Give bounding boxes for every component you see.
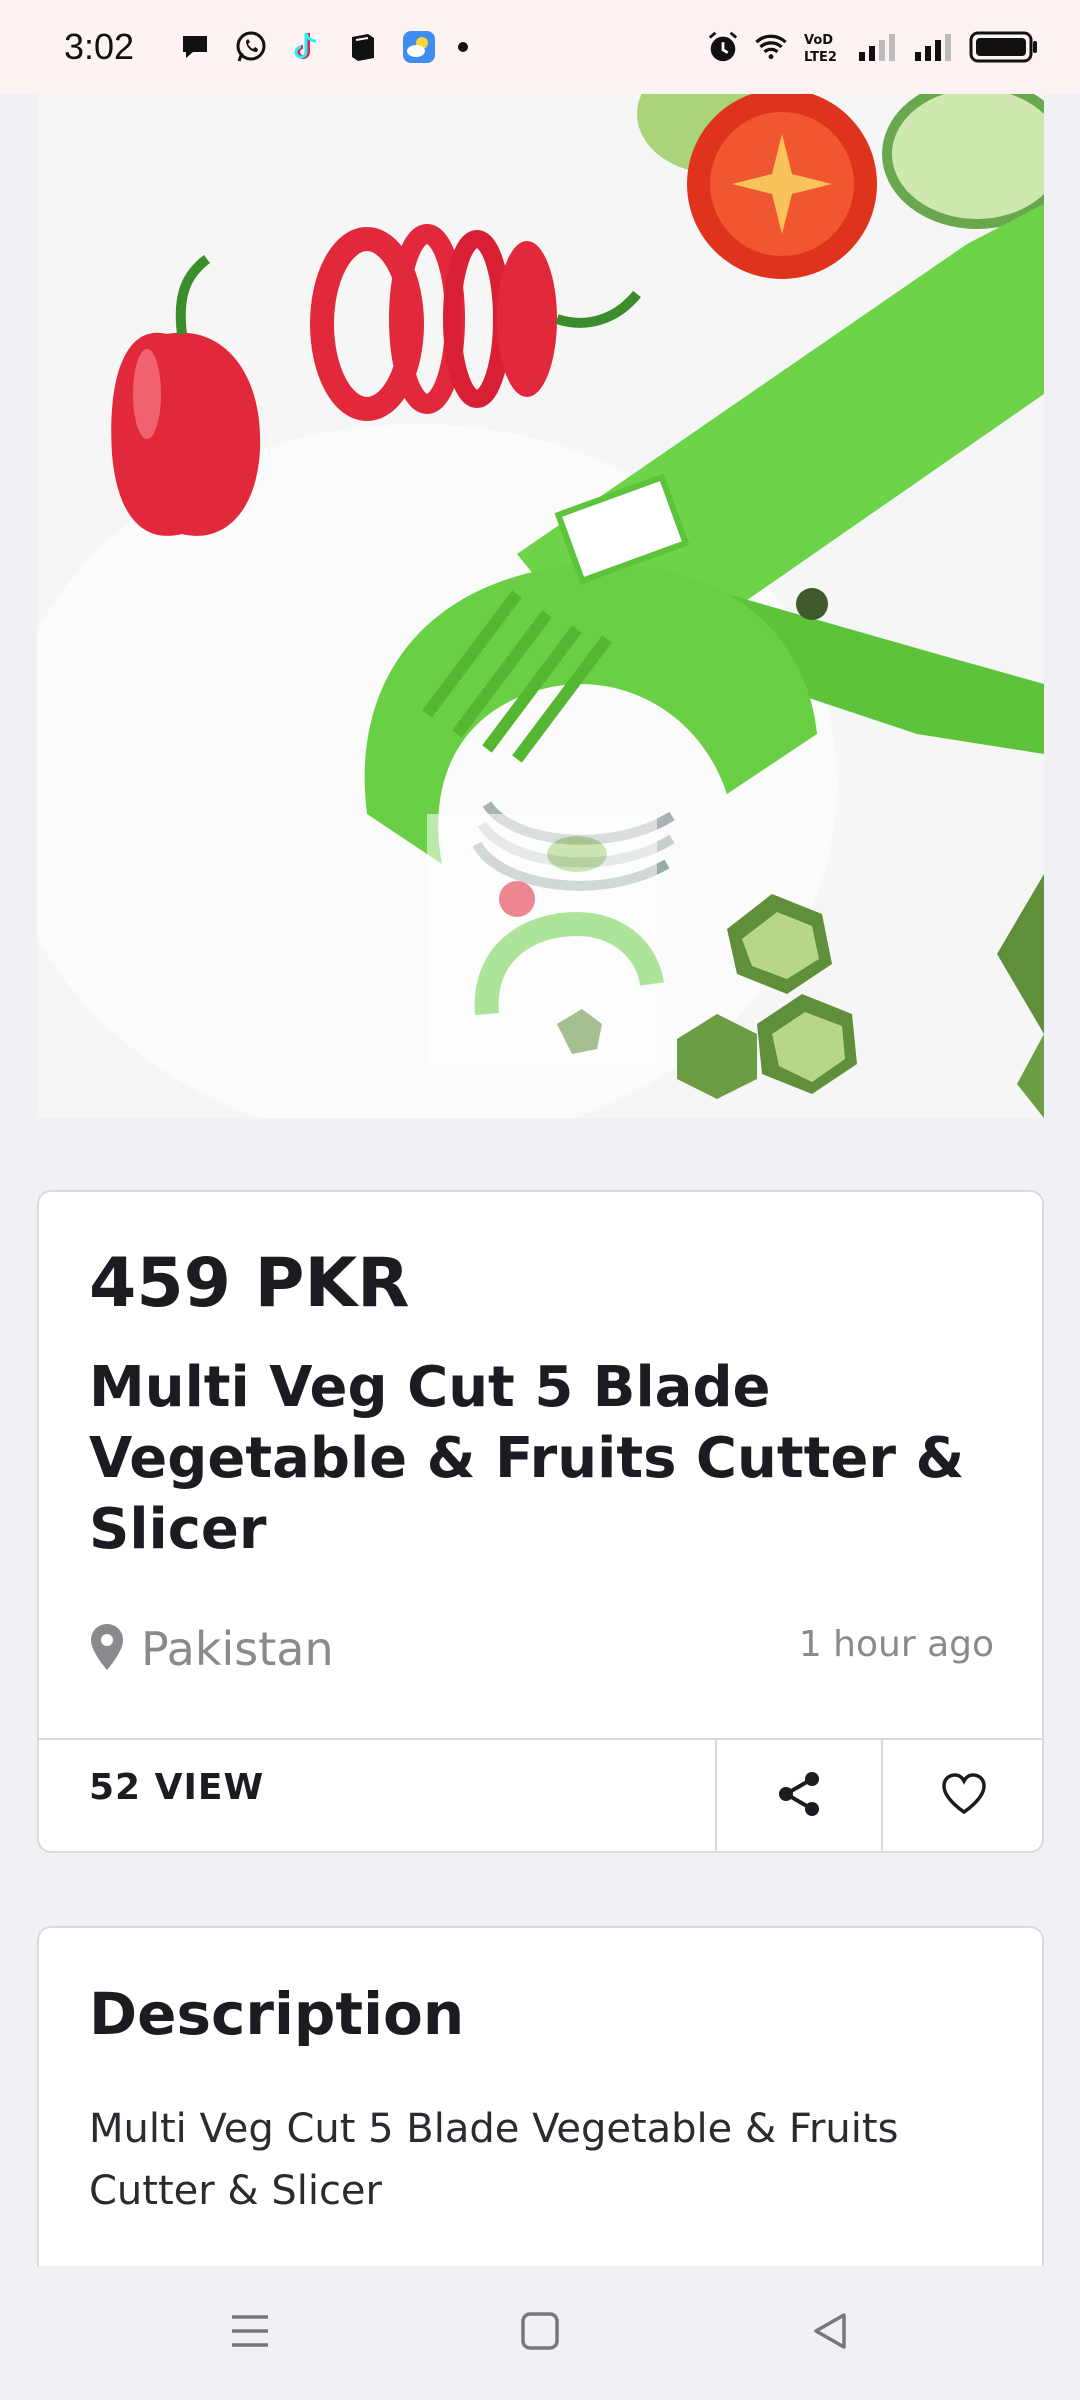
weather-icon: [402, 30, 436, 64]
product-title: Multi Veg Cut 5 Blade Vegetable & Fruits…: [89, 1355, 965, 1562]
description-heading: Description: [89, 1980, 465, 2048]
share-button[interactable]: [717, 1740, 881, 1851]
favorite-button[interactable]: [883, 1740, 1044, 1851]
product-image[interactable]: [37, 94, 1044, 1118]
svg-text:VoD: VoD: [804, 33, 833, 48]
menu-icon: [230, 2313, 270, 2353]
dot-icon: [458, 42, 469, 52]
location-pin-icon: [89, 1622, 125, 1676]
menu-button[interactable]: [220, 2303, 280, 2363]
signal-icon: [856, 30, 898, 64]
back-button[interactable]: [800, 2303, 860, 2363]
tiktok-icon: [290, 30, 324, 64]
product-info-card: 459 PKR Multi Veg Cut 5 Blade Vegetable …: [37, 1190, 1044, 1853]
status-bar: 3:02 VoD LTE2: [0, 0, 1080, 94]
view-count: 52 VIEW: [89, 1767, 265, 1808]
whatsapp-icon: [234, 30, 268, 64]
description-card: Description Multi Veg Cut 5 Blade Vegeta…: [37, 1926, 1044, 2266]
share-icon: [776, 1770, 822, 1822]
signal-icon: [912, 30, 954, 64]
description-text: Multi Veg Cut 5 Blade Vegetable & Fruits…: [89, 2106, 899, 2214]
back-icon: [810, 2311, 850, 2355]
battery-icon: [968, 30, 1040, 64]
location-text: Pakistan: [141, 1622, 334, 1676]
alarm-icon: [706, 30, 740, 64]
product-location: Pakistan: [89, 1622, 334, 1676]
svg-text:LTE2: LTE2: [804, 50, 837, 64]
volte-icon: VoD LTE2: [802, 30, 842, 64]
product-price: 459 PKR: [89, 1244, 410, 1323]
home-icon: [520, 2311, 560, 2355]
posted-time: 1 hour ago: [798, 1624, 994, 1665]
status-time: 3:02: [64, 26, 135, 67]
chat-bubble-icon: [178, 30, 212, 64]
home-button[interactable]: [510, 2303, 570, 2363]
book-icon: [346, 30, 380, 64]
heart-icon: [941, 1772, 987, 1819]
wifi-icon: [754, 30, 788, 64]
system-nav-bar: [0, 2266, 1080, 2400]
